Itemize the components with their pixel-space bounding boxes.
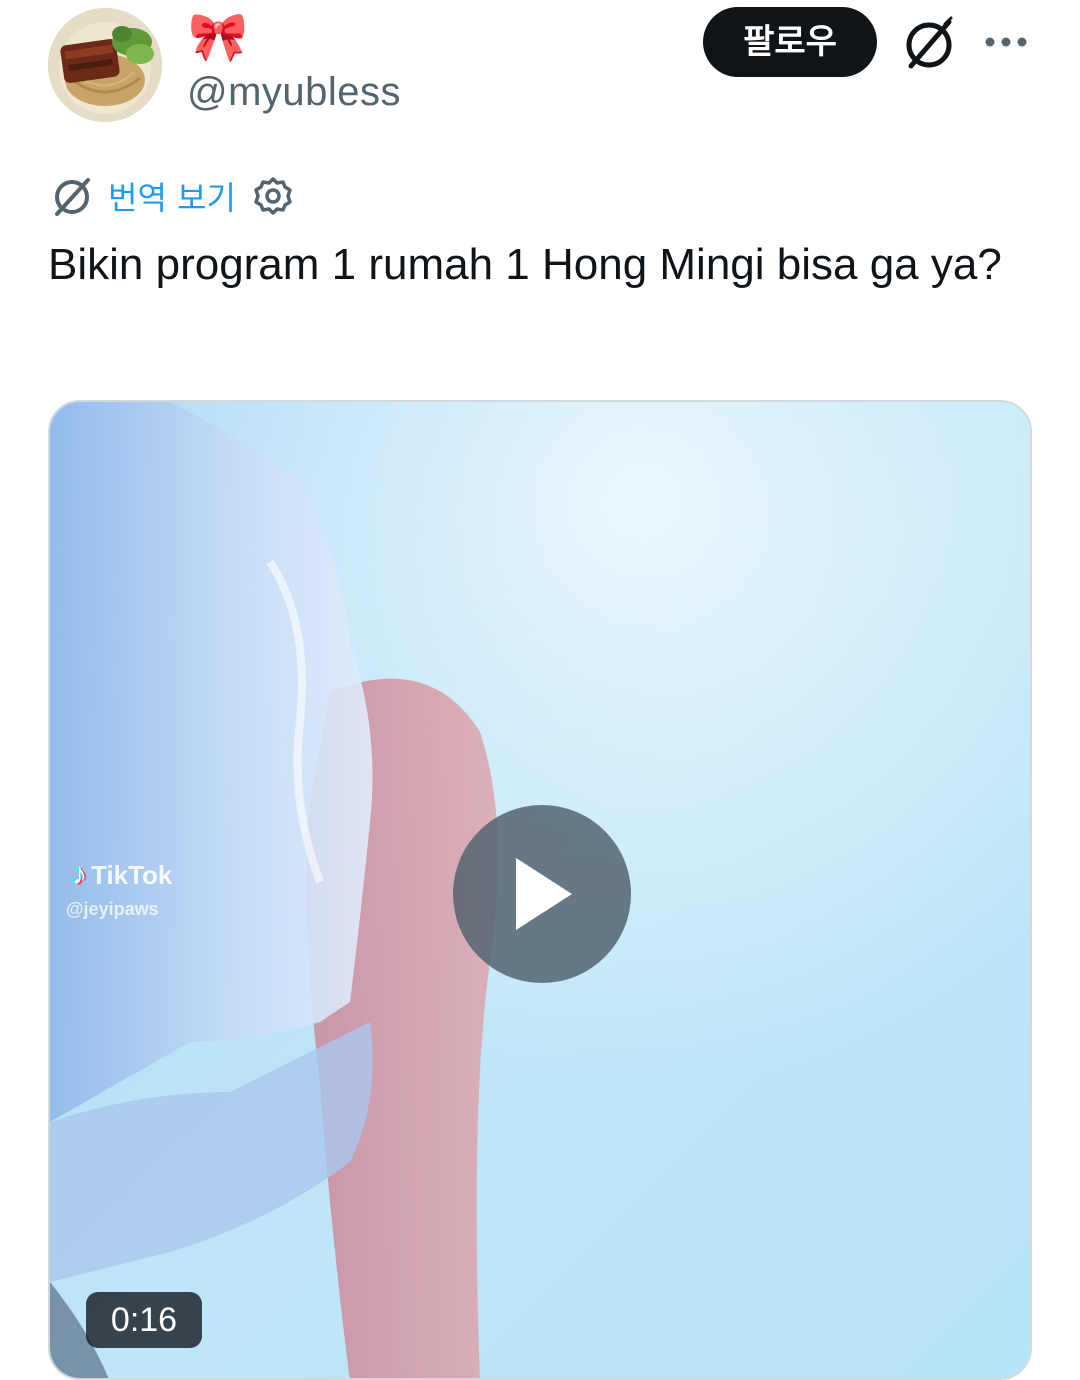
display-name[interactable]: 🎀 [188,10,248,66]
play-icon [516,858,572,930]
translate-link[interactable]: 번역 보기 [108,173,236,219]
tiktok-watermark: ♪ TikTok [72,858,172,892]
video-duration-badge: 0:16 [86,1292,202,1348]
tweet-text: Bikin program 1 rumah 1 Hong Mingi bisa … [48,240,1002,289]
tiktok-brand: TikTok [91,859,173,890]
grok-icon[interactable] [899,14,959,74]
play-button[interactable] [453,805,631,983]
translate-row[interactable]: 번역 보기 [48,168,294,224]
avatar[interactable] [48,8,162,122]
tiktok-username: @jeyipaws [66,899,159,919]
more-icon[interactable] [982,28,1030,56]
translate-grok-icon [55,178,90,216]
settings-gear-icon[interactable] [252,175,294,217]
follow-button[interactable]: 팔로우 [703,7,877,77]
tiktok-note-icon: ♪ [72,858,87,891]
video-media[interactable]: ♪ TikTok @jeyipaws 0:16 [48,400,1032,1380]
user-handle[interactable]: @myubless [187,68,401,116]
